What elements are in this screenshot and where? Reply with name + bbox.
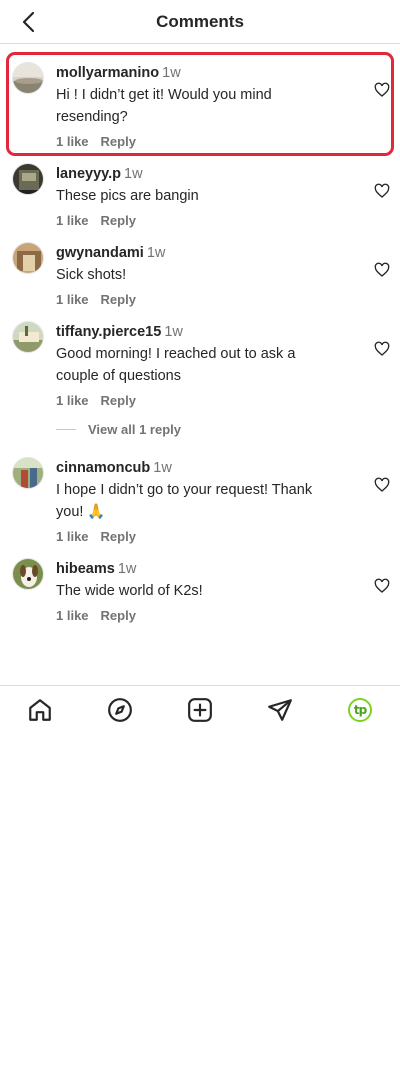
heart-icon[interactable] xyxy=(374,578,390,594)
home-icon xyxy=(29,698,51,721)
comment-text-line: couple of questions xyxy=(56,368,181,384)
comment-time: 1w xyxy=(124,166,143,182)
avatar[interactable] xyxy=(12,62,44,94)
comment-time: 1w xyxy=(117,561,137,577)
view-replies-label: View all 1 reply xyxy=(88,422,181,437)
nav-direct[interactable] xyxy=(265,695,295,725)
like-count[interactable]: 1 like xyxy=(56,134,89,149)
create-icon xyxy=(188,697,212,722)
heart-icon[interactable] xyxy=(374,262,390,278)
bottom-nav: tp xyxy=(0,685,400,731)
reply-button[interactable]: Reply xyxy=(101,292,136,307)
comment-time: 1w xyxy=(164,324,183,340)
comment-item: gwynandami 1w Sick shots! 1 like Reply xyxy=(0,242,400,307)
nav-explore[interactable] xyxy=(105,695,135,725)
comment-item: laneyyy.p 1w These pics are bangin 1 like… xyxy=(0,163,400,228)
comment-text-line: you! 🙏 xyxy=(56,504,106,520)
reply-button[interactable]: Reply xyxy=(101,529,136,544)
nav-home[interactable] xyxy=(25,695,55,725)
direct-icon xyxy=(268,698,292,721)
like-count[interactable]: 1 like xyxy=(56,213,89,228)
comment-username[interactable]: tiffany.pierce15 xyxy=(56,324,161,340)
reply-button[interactable]: Reply xyxy=(101,608,136,623)
heart-icon[interactable] xyxy=(374,477,390,493)
like-count[interactable]: 1 like xyxy=(56,292,89,307)
comment-item: hibeams 1w The wide world of K2s! 1 like … xyxy=(0,558,400,623)
heart-icon[interactable] xyxy=(374,183,390,199)
avatar[interactable] xyxy=(12,457,44,489)
view-replies-button[interactable]: View all 1 reply xyxy=(56,422,181,437)
comment-time: 1w xyxy=(153,460,172,476)
comment-text-line: These pics are bangin xyxy=(56,188,199,204)
comment-text-line: resending? xyxy=(56,109,128,125)
comment-username[interactable]: mollyarmanino xyxy=(56,65,159,81)
reply-button[interactable]: Reply xyxy=(101,213,136,228)
comment-item: tiffany.pierce15 1w Good morning! I reach… xyxy=(0,321,400,408)
comment-username[interactable]: gwynandami xyxy=(56,245,144,261)
like-count[interactable]: 1 like xyxy=(56,608,89,623)
comment-username[interactable]: laneyyy.p xyxy=(56,166,121,182)
comment-item: mollyarmanino 1w Hi ! I didn’t get it! Wo… xyxy=(0,62,400,149)
comment-text-line: I hope I didn’t go to your request! Than… xyxy=(56,482,313,498)
avatar[interactable] xyxy=(12,321,44,353)
explore-icon xyxy=(108,697,132,722)
comment-username[interactable]: hibeams xyxy=(56,561,115,577)
comment-time: 1w xyxy=(162,65,181,81)
like-count[interactable]: 1 like xyxy=(56,393,89,408)
heart-icon[interactable] xyxy=(374,341,390,357)
reply-divider xyxy=(56,429,76,430)
avatar[interactable] xyxy=(12,163,44,195)
nav-profile[interactable]: tp xyxy=(345,695,375,725)
page-title: Comments xyxy=(156,12,244,31)
comment-text-line: Hi ! I didn’t get it! Would you mind xyxy=(56,87,272,103)
like-count[interactable]: 1 like xyxy=(56,529,89,544)
avatar[interactable] xyxy=(12,558,44,590)
comment-text-line: Sick shots! xyxy=(56,267,127,283)
profile-avatar: tp xyxy=(348,697,372,722)
comment-text-line: The wide world of K2s! xyxy=(56,583,203,599)
reply-button[interactable]: Reply xyxy=(101,134,136,149)
heart-icon[interactable] xyxy=(374,82,390,98)
comment-time: 1w xyxy=(146,245,166,261)
nav-create[interactable] xyxy=(185,695,215,725)
comment-text-line: Good morning! I reached out to ask a xyxy=(56,346,296,362)
header: Comments xyxy=(0,0,400,44)
reply-button[interactable]: Reply xyxy=(101,393,136,408)
comment-item: cinnamoncub 1w I hope I didn’t go to your… xyxy=(0,457,400,544)
avatar[interactable] xyxy=(12,242,44,274)
comment-username[interactable]: cinnamoncub xyxy=(56,460,150,476)
